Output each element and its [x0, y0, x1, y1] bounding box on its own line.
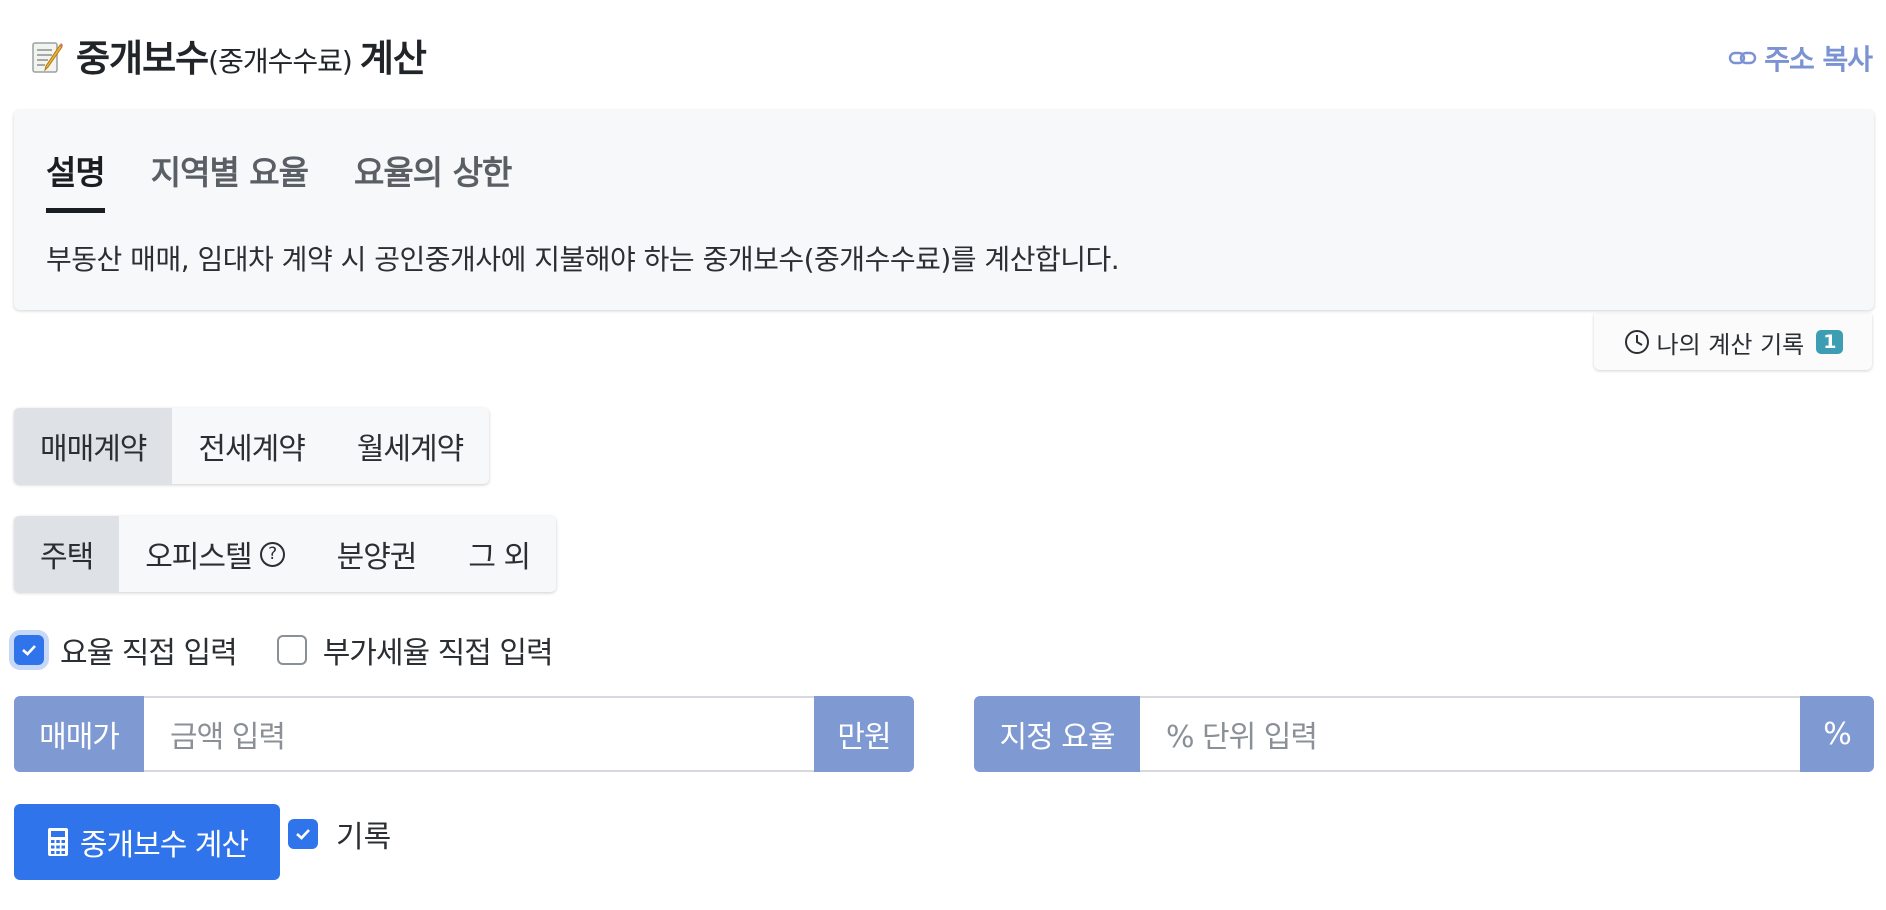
link-icon — [1729, 51, 1757, 65]
calculate-label: 중개보수 계산 — [79, 828, 249, 863]
direct-rate-checkbox[interactable]: 요율 직접 입력 — [14, 628, 238, 672]
contract-type-group: 매매계약 전세계약 월세계약 — [14, 408, 490, 484]
page-header: 중개보수 (중개수수료) 계산 — [30, 28, 427, 82]
page-title-sub: (중개수수료) — [208, 45, 353, 78]
direct-vat-checkbox[interactable]: 부가세율 직접 입력 — [276, 628, 554, 672]
price-prefix: 매매가 — [14, 696, 144, 772]
clock-icon — [1624, 330, 1649, 354]
rate-unit: % — [1800, 696, 1874, 772]
page-title-end: 계산 — [359, 37, 427, 80]
history-button[interactable]: 나의 계산 기록 1 — [1594, 314, 1872, 370]
option-checks: 요율 직접 입력 부가세율 직접 입력 — [14, 628, 593, 672]
tab-regional-rates[interactable]: 지역별 요율 — [151, 146, 309, 213]
property-type-officetel[interactable]: 오피스텔 ? — [119, 516, 310, 592]
history-label: 나의 계산 기록 — [1656, 330, 1805, 359]
help-icon[interactable]: ? — [259, 541, 285, 567]
history-count-badge: 1 — [1816, 330, 1844, 354]
card-description: 부동산 매매, 임대차 계약 시 공인중개사에 지불해야 하는 중개보수(중개수… — [46, 243, 1120, 276]
info-tabs: 설명 지역별 요율 요율의 상한 — [46, 146, 512, 213]
check-icon — [22, 645, 36, 656]
price-input[interactable]: 금액 입력 — [144, 696, 814, 772]
rate-input[interactable]: % 단위 입력 — [1140, 696, 1800, 772]
checkbox-unchecked[interactable] — [276, 635, 307, 665]
info-card: 설명 지역별 요율 요율의 상한 부동산 매매, 임대차 계약 시 공인중개사에… — [14, 110, 1874, 310]
page-title: 중개보수 — [76, 37, 209, 80]
calculator-icon — [47, 828, 68, 856]
property-type-house[interactable]: 주택 — [14, 516, 120, 592]
direct-rate-label: 요율 직접 입력 — [60, 636, 238, 671]
tab-description[interactable]: 설명 — [46, 146, 106, 213]
checkbox-checked[interactable] — [14, 635, 44, 665]
memo-icon — [30, 39, 66, 75]
rate-input-group: 지정 요율 % 단위 입력 % — [974, 696, 1874, 772]
record-label: 기록 — [336, 820, 392, 855]
check-icon — [296, 829, 310, 840]
rate-prefix: 지정 요율 — [974, 696, 1140, 772]
contract-type-monthly[interactable]: 월세계약 — [331, 408, 489, 484]
checkbox-checked[interactable] — [288, 819, 318, 849]
contract-type-jeonse[interactable]: 전세계약 — [172, 408, 330, 484]
price-unit: 만원 — [814, 696, 914, 772]
copy-address-label: 주소 복사 — [1764, 43, 1873, 76]
calculate-button[interactable]: 중개보수 계산 — [14, 804, 280, 880]
property-type-other[interactable]: 그 외 — [442, 516, 556, 592]
property-type-group: 주택 오피스텔 ? 분양권 그 외 — [14, 516, 557, 592]
contract-type-sale[interactable]: 매매계약 — [14, 408, 173, 484]
copy-address-link[interactable]: 주소 복사 — [1728, 38, 1873, 78]
property-type-presale[interactable]: 분양권 — [311, 516, 443, 592]
property-type-officetel-label: 오피스텔 — [145, 540, 252, 575]
record-checkbox[interactable]: 기록 — [288, 812, 391, 856]
price-input-group: 매매가 금액 입력 만원 — [14, 696, 914, 772]
direct-vat-label: 부가세율 직접 입력 — [322, 636, 554, 671]
tab-rate-limits[interactable]: 요율의 상한 — [354, 146, 512, 213]
